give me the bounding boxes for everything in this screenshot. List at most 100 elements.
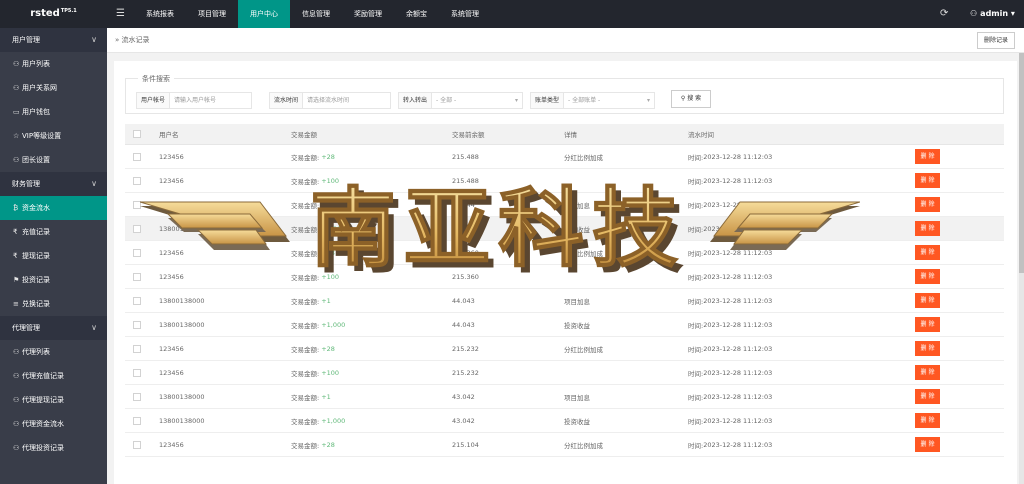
delete-row-button[interactable]: 删 除 [915, 269, 940, 284]
amount-prefix: 交易金额: [291, 345, 320, 354]
top-nav-item[interactable]: 用户中心 [238, 0, 290, 28]
time-value: 2023-12-28 11:12:03 [703, 440, 773, 449]
bitcoin-icon: ₿ [13, 204, 19, 212]
delete-row-button[interactable]: 删 除 [915, 413, 940, 428]
sidebar-item[interactable]: ⚇ 代理资金流水 [0, 412, 107, 436]
brand-logo[interactable]: rstedTP5.1 [0, 0, 107, 28]
row-checkbox[interactable] [133, 409, 141, 432]
top-nav-item[interactable]: 项目管理 [186, 0, 238, 28]
top-nav-item[interactable]: 系统管理 [439, 0, 491, 28]
row-checkbox[interactable] [133, 265, 141, 288]
top-nav-item[interactable]: 奖励管理 [342, 0, 394, 28]
row-checkbox[interactable] [133, 313, 141, 336]
table-row[interactable]: 13800138000 交易金额: +1 44.043 项目加息 时间: 2023-12-2… [125, 289, 1004, 313]
table-row[interactable]: 123456 交易金额: +100 215.232 时间: 2023-12-28 11:1… [125, 361, 1004, 385]
row-checkbox[interactable] [133, 337, 141, 360]
delete-row-button[interactable]: 删 除 [915, 149, 940, 164]
sidebar-item[interactable]: ⚇ 团长设置 [0, 148, 107, 172]
sidebar-item[interactable]: ⚑ 投资记录 [0, 268, 107, 292]
row-checkbox[interactable] [133, 361, 141, 384]
cell-before-balance: 215.232 [452, 344, 479, 353]
row-checkbox[interactable] [133, 241, 141, 264]
table-row[interactable]: 13800138000 交易金额: +1 43.042 项目加息 时间: 2023-12-2… [125, 385, 1004, 409]
table-row[interactable]: 123456 交易金额: +28 215.104 分红比例加成 时间: 2023-12-28… [125, 433, 1004, 457]
sidebar-item[interactable]: ₹ 提现记录 [0, 244, 107, 268]
row-checkbox[interactable] [133, 289, 141, 312]
cell-before-balance: 43.042 [452, 392, 475, 401]
table-row[interactable]: 123456 交易金额: +28 215.488 分红比例加成 时间: 2023-12-28… [125, 145, 1004, 169]
sidebar-item[interactable]: ☆ VIP等级设置 [0, 124, 107, 148]
cell-time: 时间: 2023-12-28 11:12:03 [688, 409, 772, 432]
delete-row-cell: 删 除 [915, 433, 940, 456]
delete-row-button[interactable]: 删 除 [915, 245, 940, 260]
row-checkbox[interactable] [133, 433, 141, 456]
delete-row-button[interactable]: 删 除 [915, 389, 940, 404]
sidebar-item[interactable]: ≡ 兑换记录 [0, 292, 107, 316]
user-account-input[interactable]: 请输入用户帐号 [170, 92, 252, 109]
delete-row-cell: 删 除 [915, 217, 940, 240]
row-checkbox[interactable] [133, 145, 141, 168]
amount-value: +28 [321, 248, 335, 257]
row-checkbox[interactable] [133, 385, 141, 408]
amount-prefix: 交易金额: [291, 321, 320, 330]
delete-row-button[interactable]: 删 除 [915, 365, 940, 380]
sidebar-group[interactable]: 代理管理 ∨ [0, 316, 107, 340]
flow-time-input[interactable]: 请选择流水时间 [303, 92, 391, 109]
sidebar-item[interactable]: ₹ 充值记录 [0, 220, 107, 244]
sidebar-item[interactable]: ⚇ 用户列表 [0, 52, 107, 76]
chevron-down-icon: ∨ [91, 35, 97, 44]
refresh-icon[interactable]: ⟳ [940, 0, 948, 28]
top-nav-item[interactable]: 信息管理 [290, 0, 342, 28]
table-row[interactable]: 123456 交易金额: +28 215.232 分红比例加成 时间: 2023-12-28… [125, 337, 1004, 361]
delete-row-button[interactable]: 删 除 [915, 437, 940, 452]
delete-row-cell: 删 除 [915, 241, 940, 264]
row-checkbox[interactable] [133, 169, 141, 192]
amount-prefix: 交易金额: [291, 393, 320, 402]
table-row[interactable]: 13800138000 交易金额: +1 45.044 项目加息 时间: 2023-12-2… [125, 193, 1004, 217]
delete-row-button[interactable]: 删 除 [915, 221, 940, 236]
sidebar-item[interactable]: ⚇ 代理提现记录 [0, 388, 107, 412]
table-row[interactable]: 13800138000 交易金额: +1,000 44.043 投资收益 时间: 2023-… [125, 313, 1004, 337]
scrollbar-thumb[interactable] [1019, 53, 1024, 273]
sidebar-item[interactable]: ▭ 用户钱包 [0, 100, 107, 124]
sidebar-group[interactable]: 财务管理 ∨ [0, 172, 107, 196]
sidebar-item[interactable]: ⚇ 代理充值记录 [0, 364, 107, 388]
delete-records-button[interactable]: 删除记录 [977, 32, 1015, 49]
table-row[interactable]: 13800138000 交易金额: +1,000 43.042 投资收益 时间: 2023-… [125, 409, 1004, 433]
page-scrollbar[interactable] [1019, 53, 1024, 484]
sidebar-group-label: 代理管理 [12, 324, 40, 332]
delete-row-button[interactable]: 删 除 [915, 341, 940, 356]
amount-value: +100 [321, 176, 340, 185]
delete-row-button[interactable]: 删 除 [915, 173, 940, 188]
menu-toggle-icon[interactable]: ☰ [116, 0, 125, 28]
table-row[interactable]: 13800138000 交易金额: +1,000 45.044 投资收益 时间: 2023-… [125, 217, 1004, 241]
row-checkbox[interactable] [133, 217, 141, 240]
delete-row-cell: 删 除 [915, 313, 940, 336]
sidebar-item[interactable]: ₿ 资金流水 [0, 196, 107, 220]
top-nav-item[interactable]: 余额宝 [394, 0, 439, 28]
time-value: 2023-12-28 11:12:03 [703, 176, 773, 185]
cell-amount: 交易金额: +28 [291, 241, 335, 264]
tab-flow-records[interactable]: » 流水记录 [115, 28, 150, 53]
in-out-select[interactable]: - 全部 - ▾ [432, 92, 523, 109]
sidebar-group[interactable]: 用户管理 ∨ [0, 28, 107, 52]
table-row[interactable]: 123456 交易金额: +100 215.488 时间: 2023-12-28 11:1… [125, 169, 1004, 193]
header-detail: 详情 [564, 131, 577, 139]
sidebar-item[interactable]: ⚇ 代理列表 [0, 340, 107, 364]
sidebar-item[interactable]: ⚇ 用户关系网 [0, 76, 107, 100]
cell-username: 13800138000 [159, 200, 205, 209]
table-row[interactable]: 123456 交易金额: +28 215.360 分红比例加成 时间: 2023-12-28… [125, 241, 1004, 265]
table-row[interactable]: 123456 交易金额: +100 215.360 时间: 2023-12-28 11:1… [125, 265, 1004, 289]
user-menu[interactable]: ⚇ admin ▾ [970, 0, 1015, 28]
delete-row-button[interactable]: 删 除 [915, 293, 940, 308]
time-prefix: 时间: [688, 369, 704, 378]
sidebar-item[interactable]: ⚇ 代理投资记录 [0, 436, 107, 460]
row-checkbox[interactable] [133, 193, 141, 216]
top-nav-item[interactable]: 系统报表 [134, 0, 186, 28]
search-button[interactable]: ⚲ 搜 索 [671, 90, 711, 108]
sidebar-group-label: 财务管理 [12, 180, 40, 188]
delete-row-button[interactable]: 删 除 [915, 317, 940, 332]
bill-type-select[interactable]: - 全部账单 - ▾ [564, 92, 655, 109]
delete-row-button[interactable]: 删 除 [915, 197, 940, 212]
select-all-checkbox[interactable] [133, 124, 141, 144]
